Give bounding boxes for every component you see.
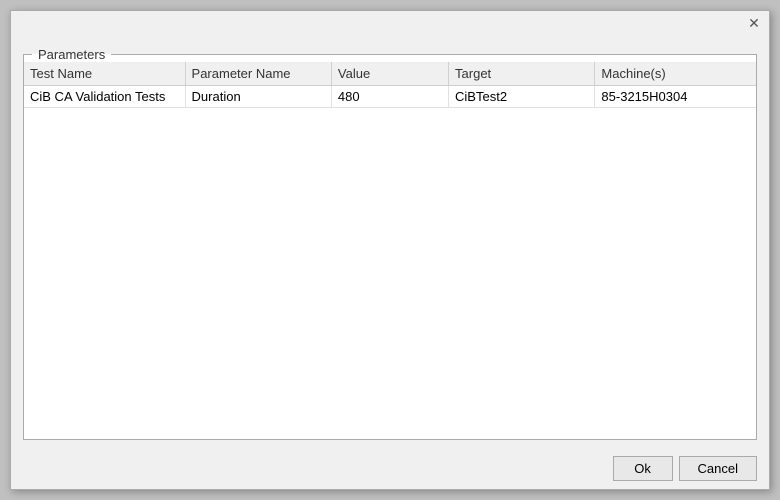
section-legend: Parameters [32, 47, 111, 62]
close-button[interactable]: ✕ [745, 14, 763, 32]
col-header-value: Value [331, 62, 448, 86]
col-header-param-name: Parameter Name [185, 62, 331, 86]
cell-value: 480 [331, 86, 448, 108]
table-header: Test Name Parameter Name Value Target Ma… [24, 62, 756, 86]
dialog-footer: Ok Cancel [11, 448, 769, 489]
cell-target: CiBTest2 [449, 86, 595, 108]
cell-machines: 85-3215H0304 [595, 86, 756, 108]
table-body: CiB CA Validation Tests Duration 480 CiB… [24, 86, 756, 108]
ok-button[interactable]: Ok [613, 456, 673, 481]
col-header-machines: Machine(s) [595, 62, 756, 86]
parameters-table: Test Name Parameter Name Value Target Ma… [24, 62, 756, 108]
cell-param-name: Duration [185, 86, 331, 108]
col-header-target: Target [449, 62, 595, 86]
table-row: CiB CA Validation Tests Duration 480 CiB… [24, 86, 756, 108]
cell-test-name: CiB CA Validation Tests [24, 86, 185, 108]
table-wrapper: Test Name Parameter Name Value Target Ma… [24, 62, 756, 439]
title-bar: ✕ [11, 11, 769, 35]
header-row: Test Name Parameter Name Value Target Ma… [24, 62, 756, 86]
dialog-content: Parameters Test Name Parameter Name Valu… [11, 35, 769, 448]
parameters-section: Parameters Test Name Parameter Name Valu… [23, 47, 757, 440]
col-header-test-name: Test Name [24, 62, 185, 86]
dialog: ✕ Parameters Test Name Parameter Name Va… [10, 10, 770, 490]
cancel-button[interactable]: Cancel [679, 456, 757, 481]
